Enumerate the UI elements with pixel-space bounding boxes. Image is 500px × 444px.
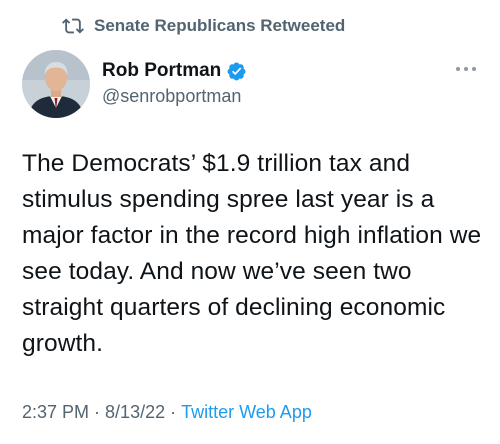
meta-separator: · (94, 402, 101, 422)
author-name-row: Rob Portman (102, 58, 247, 84)
meta-separator: · (170, 402, 177, 422)
tweet-meta: 2:37 PM · 8/13/22 · Twitter Web App (22, 402, 312, 423)
avatar[interactable] (22, 50, 90, 118)
tweet-date[interactable]: 8/13/22 (105, 402, 165, 423)
author-display-name[interactable]: Rob Portman (102, 60, 221, 82)
retweet-icon (62, 15, 84, 37)
more-options-icon[interactable] (454, 62, 478, 76)
retweet-label: Senate Republicans Retweeted (94, 16, 346, 35)
tweet-text: The Democrats’ $1.9 trillion tax and sti… (22, 150, 482, 357)
author-handle[interactable]: @senrobportman (102, 86, 247, 107)
verified-badge-icon (226, 61, 247, 82)
author-info[interactable]: Rob Portman @senrobportman (102, 58, 247, 107)
avatar-portrait (22, 50, 90, 118)
tweet-time[interactable]: 2:37 PM (22, 402, 89, 423)
tweet-source-link[interactable]: Twitter Web App (181, 402, 312, 423)
tweet-card: Senate Republicans Retweeted Rob Portman… (0, 0, 500, 444)
retweet-context[interactable]: Senate Republicans Retweeted (62, 14, 345, 38)
